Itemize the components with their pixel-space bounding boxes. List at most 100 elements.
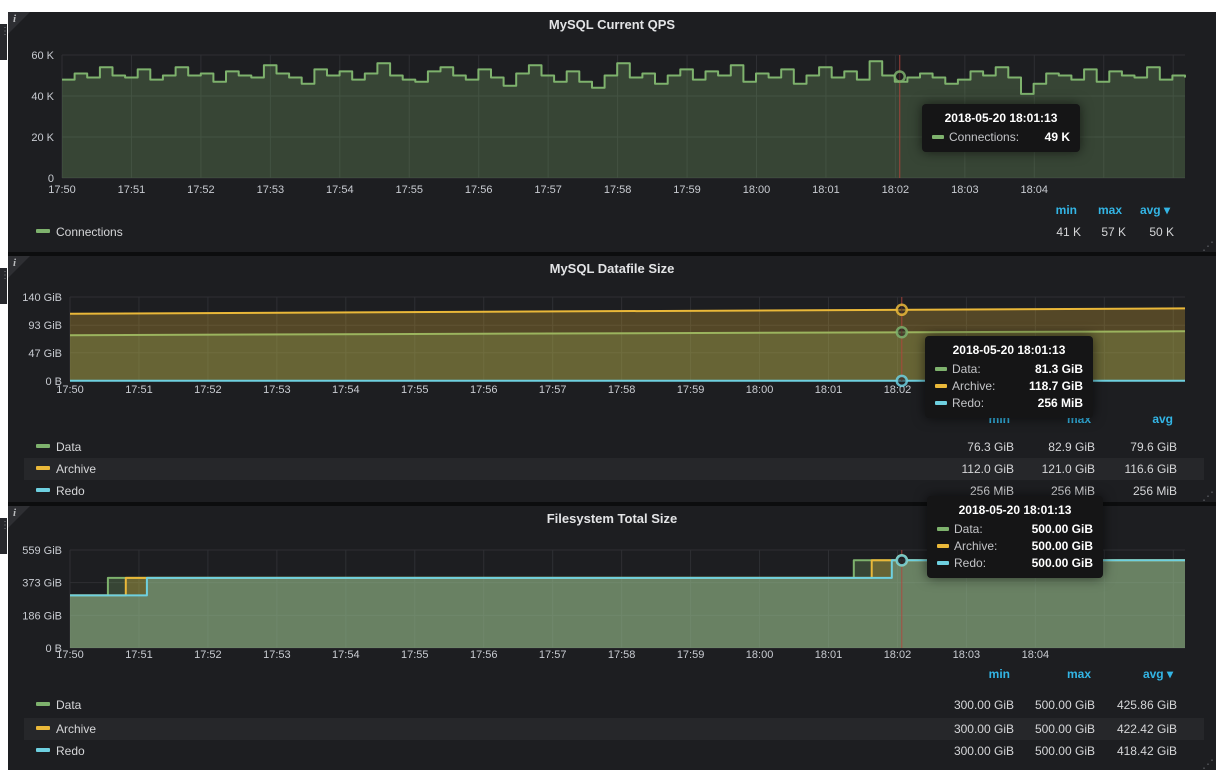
tooltip-series-color-dash — [935, 401, 947, 405]
tooltip-series-value: 118.7 GiB — [1017, 379, 1083, 393]
x-axis-tick-label: 17:52 — [194, 384, 222, 396]
legend-row-data: Data76.3 GiB82.9 GiB79.6 GiB — [24, 436, 1204, 458]
tooltip-series-color-dash — [935, 384, 947, 388]
legend-row-redo: Redo300.00 GiB500.00 GiB418.42 GiB — [24, 740, 1204, 762]
tooltip-timestamp: 2018-05-20 18:01:13 — [932, 111, 1070, 125]
crosshair-point-marker — [897, 555, 907, 565]
x-axis-tick-label: 17:51 — [118, 184, 146, 196]
panel-resize-handle[interactable]: ⋰ — [1202, 490, 1214, 502]
x-axis-tick-label: 17:58 — [608, 384, 636, 396]
crosshair-point-marker — [897, 305, 907, 315]
x-axis-tick-label: 17:52 — [194, 649, 222, 661]
x-axis-tick-label: 17:54 — [332, 384, 360, 396]
legend-series-label[interactable]: Redo — [56, 484, 85, 498]
x-axis-tick-label: 17:50 — [56, 384, 84, 396]
tooltip-series-color-dash — [937, 544, 949, 548]
panel-resize-handle[interactable]: ⋰ — [1202, 240, 1214, 252]
tooltip-series-row: Data: 81.3 GiB — [935, 362, 1083, 376]
tooltip-series-row: Archive: 118.7 GiB — [935, 379, 1083, 393]
x-axis-tick-label: 17:55 — [401, 649, 429, 661]
x-axis-tick-label: 17:59 — [673, 184, 701, 196]
x-axis-tick-label: 17:59 — [677, 649, 705, 661]
x-axis-tick-label: 17:53 — [263, 384, 291, 396]
y-axis-tick-label: 186 GiB — [22, 610, 62, 622]
tooltip-series-value: 500.00 GiB — [1020, 522, 1093, 536]
tooltip-series-label: Redo: — [954, 556, 986, 570]
tooltip-series-value: 256 MiB — [1026, 396, 1083, 410]
legend-stat-value-avg: 79.6 GiB — [1067, 436, 1177, 458]
y-axis-tick-label: 93 GiB — [28, 320, 62, 332]
legend-series-color-dash — [36, 748, 50, 752]
legend-row-data: Data300.00 GiB500.00 GiB425.86 GiB — [24, 694, 1204, 716]
tooltip-series-label: Connections: — [949, 130, 1019, 144]
tooltip-timestamp: 2018-05-20 18:01:13 — [937, 503, 1093, 517]
tooltip-timestamp: 2018-05-20 18:01:13 — [935, 343, 1083, 357]
tooltip-series-row: Data: 500.00 GiB — [937, 522, 1093, 536]
legend-row-archive: Archive300.00 GiB500.00 GiB422.42 GiB — [24, 718, 1204, 740]
x-axis-tick-label: 17:52 — [187, 184, 215, 196]
legend-stat-value-avg: 418.42 GiB — [1067, 740, 1177, 762]
graph-tooltip: 2018-05-20 18:01:13 Data: 81.3 GiB Archive… — [925, 336, 1093, 418]
y-axis-tick-label: 60 K — [31, 50, 54, 62]
legend-series-label[interactable]: Data — [56, 440, 81, 454]
x-axis-tick-label: 18:01 — [815, 384, 843, 396]
x-axis-tick-label: 17:58 — [604, 184, 632, 196]
x-axis-tick-label: 18:04 — [1021, 184, 1049, 196]
tooltip-series-value: 81.3 GiB — [1023, 362, 1083, 376]
tooltip-series-label: Archive: — [954, 539, 997, 553]
panel-drag-handle[interactable]: ⋮ — [0, 518, 7, 554]
tooltip-series-row: Redo: 256 MiB — [935, 396, 1083, 410]
x-axis-tick-label: 18:03 — [953, 649, 981, 661]
x-axis-tick-label: 17:51 — [125, 649, 153, 661]
tooltip-series-label: Redo: — [952, 396, 984, 410]
x-axis-tick-label: 18:00 — [746, 384, 774, 396]
tooltip-series-value: 500.00 GiB — [1020, 556, 1093, 570]
x-axis-tick-label: 18:02 — [882, 184, 910, 196]
legend-stat-value-avg: 425.86 GiB — [1067, 694, 1177, 716]
legend-series-color-dash — [36, 444, 50, 448]
tooltip-series-label: Data: — [954, 522, 983, 536]
legend-series-label[interactable]: Archive — [56, 722, 96, 736]
x-axis-tick-label: 17:50 — [56, 649, 84, 661]
crosshair-point-marker — [897, 327, 907, 337]
x-axis-tick-label: 17:50 — [48, 184, 76, 196]
y-axis-tick-label: 373 GiB — [22, 578, 62, 590]
x-axis-tick-label: 17:54 — [332, 649, 360, 661]
x-axis-tick-label: 18:01 — [815, 649, 843, 661]
y-axis-tick-label: 559 GiB — [22, 545, 62, 557]
tooltip-series-color-dash — [937, 561, 949, 565]
tooltip-series-label: Data: — [952, 362, 981, 376]
x-axis-tick-label: 17:57 — [539, 384, 567, 396]
x-axis-tick-label: 18:04 — [1022, 649, 1050, 661]
x-axis-tick-label: 17:56 — [470, 649, 498, 661]
legend-series-label[interactable]: Data — [56, 698, 81, 712]
x-axis-tick-label: 18:00 — [743, 184, 771, 196]
x-axis-tick-label: 17:58 — [608, 649, 636, 661]
legend-series-color-dash — [36, 466, 50, 470]
x-axis-tick-label: 18:02 — [884, 649, 912, 661]
y-axis-tick-label: 40 K — [31, 91, 54, 103]
legend-series-label[interactable]: Connections — [56, 225, 123, 239]
panel-resize-handle[interactable]: ⋰ — [1202, 758, 1214, 770]
x-axis-tick-label: 18:02 — [884, 384, 912, 396]
x-axis-tick-label: 18:03 — [951, 184, 979, 196]
y-axis-tick-label: 140 GiB — [22, 292, 62, 304]
tooltip-series-row: Archive:500.00 GiB — [937, 539, 1093, 553]
tooltip-series-label: Archive: — [952, 379, 995, 393]
tooltip-series-row: Redo: 500.00 GiB — [937, 556, 1093, 570]
x-axis-tick-label: 17:54 — [326, 184, 354, 196]
graph-tooltip: 2018-05-20 18:01:13 Connections:49 K — [922, 104, 1080, 152]
x-axis-tick-label: 17:59 — [677, 384, 705, 396]
x-axis-tick-label: 18:00 — [746, 649, 774, 661]
legend-stat-value-avg: 116.6 GiB — [1067, 458, 1177, 480]
panel-drag-handle[interactable]: ⋮ — [0, 24, 7, 60]
x-axis-tick-label: 17:56 — [470, 384, 498, 396]
legend-row-connections: Connections41 K57 K50 K — [24, 221, 1204, 243]
legend-series-label[interactable]: Archive — [56, 462, 96, 476]
tooltip-series-row: Connections:49 K — [932, 130, 1070, 144]
legend-series-color-dash — [36, 702, 50, 706]
y-axis-tick-label: 20 K — [31, 132, 54, 144]
x-axis-tick-label: 17:57 — [534, 184, 562, 196]
panel-drag-handle[interactable]: ⋮ — [0, 268, 7, 304]
legend-series-label[interactable]: Redo — [56, 744, 85, 758]
